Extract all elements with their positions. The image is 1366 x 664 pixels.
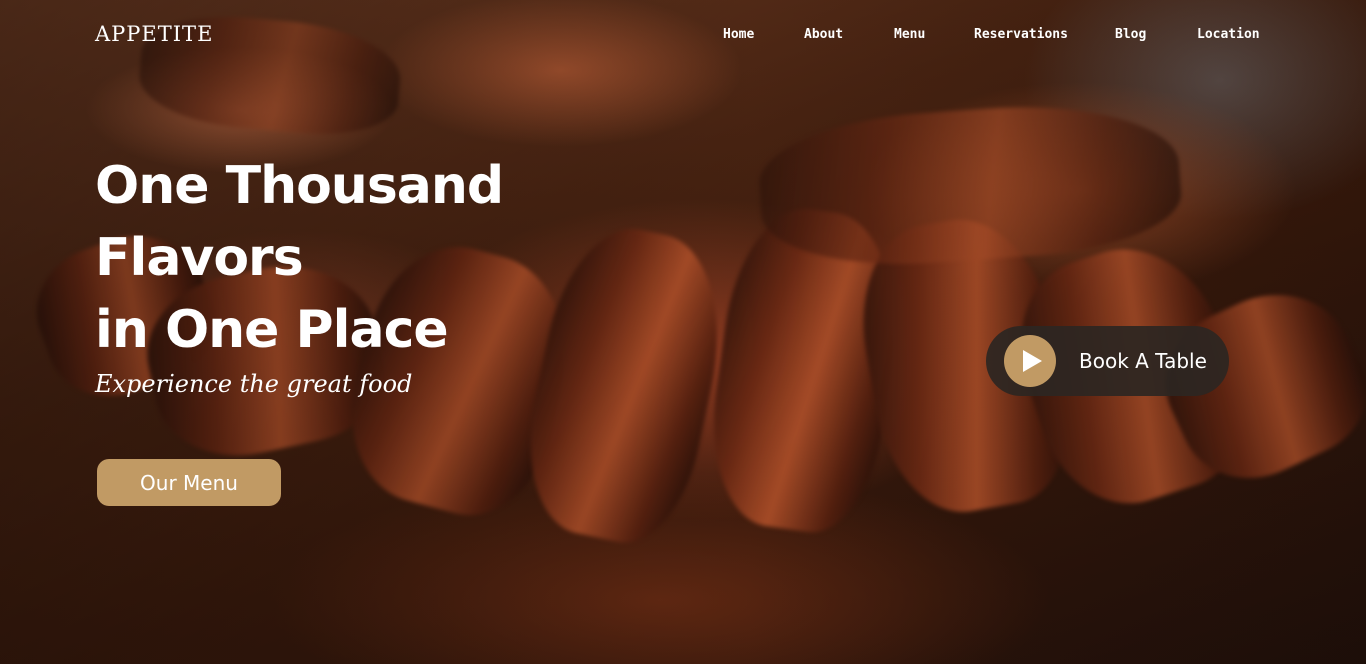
our-menu-button[interactable]: Our Menu: [97, 459, 281, 506]
hero-tagline: Experience the great food: [95, 370, 413, 398]
nav-item-home[interactable]: Home: [723, 27, 754, 42]
play-icon-circle[interactable]: [1004, 335, 1056, 387]
book-a-table-label: Book A Table: [1079, 349, 1207, 373]
nav-item-location[interactable]: Location: [1197, 27, 1260, 42]
nav-item-blog[interactable]: Blog: [1115, 27, 1146, 42]
book-a-table-button[interactable]: Book A Table: [986, 326, 1229, 396]
play-icon: [1023, 350, 1042, 372]
hero-section: APPETITE Home About Menu Reservations Bl…: [0, 0, 1366, 664]
nav-item-about[interactable]: About: [804, 27, 843, 42]
main-nav: Home About Menu Reservations Blog Locati…: [0, 27, 1366, 47]
top-navigation-bar: APPETITE Home About Menu Reservations Bl…: [0, 0, 1366, 70]
hero-headline-line2: in One Place: [95, 300, 449, 360]
hero-headline-line1: One Thousand Flavors: [95, 156, 504, 288]
hero-headline: One Thousand Flavors in One Place: [95, 150, 695, 366]
nav-item-menu[interactable]: Menu: [894, 27, 925, 42]
nav-item-reservations[interactable]: Reservations: [974, 27, 1068, 42]
